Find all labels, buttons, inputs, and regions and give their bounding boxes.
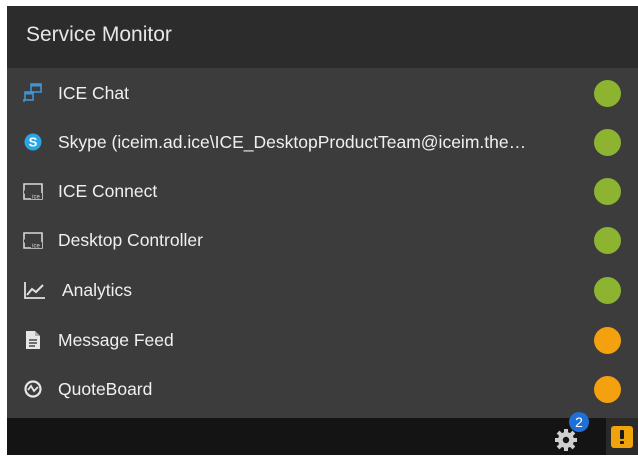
quoteboard-icon <box>22 378 44 400</box>
service-row-ice-connect[interactable]: ice ICE Connect <box>7 167 638 216</box>
service-label: Analytics <box>62 280 133 300</box>
service-label: Message Feed <box>58 330 174 350</box>
service-row-ice-chat[interactable]: ICE Chat <box>7 69 638 118</box>
service-row-analytics[interactable]: Analytics <box>7 266 638 315</box>
status-indicator <box>594 227 621 254</box>
svg-text:ice: ice <box>32 195 40 201</box>
service-label: QuoteBoard <box>58 379 153 399</box>
service-label: Skype (iceim.ad.ice\ICE_DesktopProductTe… <box>58 132 527 152</box>
ice-logo-icon: ice <box>22 229 44 251</box>
service-row-skype[interactable]: S Skype (iceim.ad.ice\ICE_DesktopProduct… <box>7 118 638 167</box>
service-label: Desktop Controller <box>58 230 203 250</box>
service-row-desktop-controller[interactable]: ice Desktop Controller <box>7 216 638 265</box>
status-indicator <box>594 327 621 354</box>
line-chart-icon <box>24 279 46 301</box>
service-label: ICE Connect <box>58 181 158 201</box>
skype-icon: S <box>22 131 44 153</box>
status-indicator <box>594 129 621 156</box>
panel-title: Service Monitor <box>26 23 172 46</box>
service-list: ICE Chat S Skype (iceim.ad.ice\ICE_Deskt… <box>7 68 638 418</box>
svg-text:S: S <box>29 135 38 150</box>
notification-count-badge: 2 <box>569 412 589 432</box>
panel-header: Service Monitor <box>7 6 638 68</box>
status-indicator <box>594 80 621 107</box>
service-label: ICE Chat <box>58 83 129 103</box>
status-indicator <box>594 277 621 304</box>
document-icon <box>22 329 44 351</box>
status-indicator <box>594 376 621 403</box>
svg-text:ice: ice <box>32 244 40 250</box>
warning-icon <box>611 426 633 448</box>
service-row-quoteboard[interactable]: QuoteBoard <box>7 365 638 414</box>
status-indicator <box>594 178 621 205</box>
service-monitor-panel: Service Monitor ICE Chat S Skype (iceim.… <box>7 6 638 455</box>
status-bar: 2 <box>7 412 638 455</box>
service-row-message-feed[interactable]: Message Feed <box>7 316 638 365</box>
chat-windows-icon <box>22 82 44 104</box>
alert-button[interactable] <box>606 418 638 455</box>
ice-logo-icon: ice <box>22 180 44 202</box>
